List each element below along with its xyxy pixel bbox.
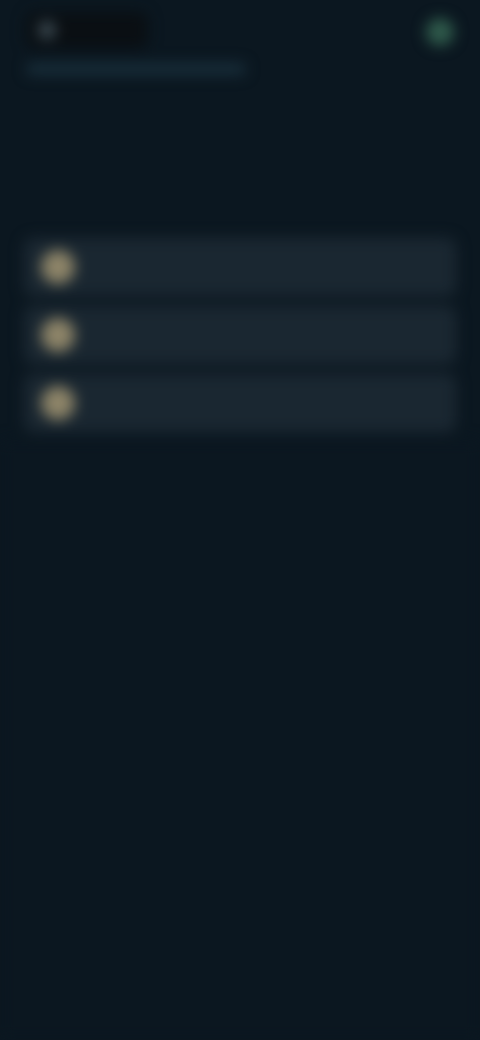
list-item-avatar [41,250,75,284]
profile-button[interactable] [426,18,454,46]
list-item-2[interactable] [24,306,456,364]
logo-icon [38,21,56,39]
top-actions [406,18,454,46]
subheader-bar [26,63,246,75]
list-item-avatar [41,386,75,420]
list-item-avatar [41,318,75,352]
top-bar [0,0,480,62]
empty-content-area [0,440,480,1040]
list-item-3[interactable] [24,374,456,432]
list-item-1[interactable] [24,238,456,296]
option-list [24,238,456,442]
page-root [0,0,480,1040]
logo-button[interactable] [26,12,148,48]
